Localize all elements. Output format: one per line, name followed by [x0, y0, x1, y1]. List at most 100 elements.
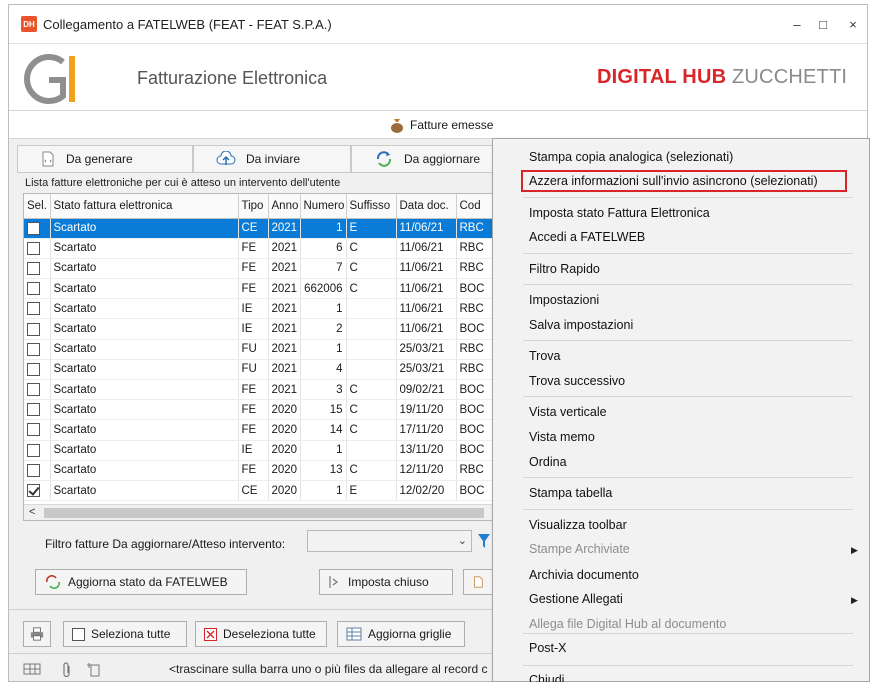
scroll-left-arrow[interactable]: <	[29, 506, 35, 518]
brand-logo: DIGITAL HUB ZUCCHETTI	[597, 66, 848, 88]
row-checkbox[interactable]	[27, 484, 40, 498]
row-checkbox-cell[interactable]	[24, 258, 51, 280]
table-row[interactable]: Scartato IE 2020 1 13/11/20 BOC	[24, 440, 502, 461]
cell-tipo: FU	[238, 339, 269, 360]
row-checkbox[interactable]	[27, 443, 40, 457]
select-all-button[interactable]: Seleziona tutte	[63, 621, 187, 647]
menu-item[interactable]: Impostazioni	[529, 293, 599, 307]
table-row[interactable]: Scartato FE 2020 15 C 19/11/20 BOC	[24, 399, 502, 421]
row-checkbox[interactable]	[27, 302, 40, 316]
row-checkbox-cell[interactable]	[24, 460, 51, 481]
row-checkbox[interactable]	[27, 362, 40, 376]
menu-item[interactable]: Accedi a FATELWEB	[529, 230, 645, 244]
row-checkbox-cell[interactable]	[24, 298, 51, 320]
section-bar: Fatture emesse	[9, 111, 867, 139]
tab-da-inviare[interactable]: Da inviare	[193, 145, 351, 173]
table-row[interactable]: Scartato FU 2021 4 25/03/21 RBC	[24, 359, 502, 381]
row-checkbox[interactable]	[27, 221, 40, 235]
menu-item[interactable]: Filtro Rapido	[529, 262, 600, 276]
row-checkbox-cell[interactable]	[24, 218, 51, 239]
menu-item[interactable]: Vista memo	[529, 430, 595, 444]
row-checkbox-cell[interactable]	[24, 318, 51, 340]
filter-dropdown[interactable]: ⌄	[307, 530, 472, 552]
filter-funnel-icon[interactable]	[477, 533, 491, 549]
table-row[interactable]: Scartato CE 2020 1 E 12/02/20 BOC	[24, 480, 502, 502]
tab-da-generare[interactable]: Da generare	[17, 145, 193, 173]
column-header[interactable]: Anno	[268, 194, 301, 219]
cell-suffisso: C	[346, 258, 397, 280]
row-checkbox[interactable]	[27, 463, 40, 477]
row-checkbox-cell[interactable]	[24, 440, 51, 461]
scrollbar-thumb[interactable]	[44, 508, 484, 518]
document-add-icon[interactable]	[87, 662, 103, 678]
column-header[interactable]: Stato fattura elettronica	[50, 194, 239, 219]
row-checkbox-cell[interactable]	[24, 238, 51, 259]
row-checkbox[interactable]	[27, 241, 40, 255]
column-header[interactable]: Data doc.	[396, 194, 457, 219]
refresh-grids-button[interactable]: Aggiorna griglie	[337, 621, 465, 647]
menu-item[interactable]: Vista verticale	[529, 405, 607, 419]
update-status-button[interactable]: Aggiorna stato da FATELWEB	[35, 569, 247, 595]
grid-view-icon[interactable]	[23, 662, 41, 676]
cell-suffisso	[346, 318, 397, 340]
row-checkbox[interactable]	[27, 403, 40, 417]
table-row[interactable]: Scartato FE 2021 7 C 11/06/21 RBC	[24, 258, 502, 280]
table-row[interactable]: Scartato IE 2021 2 11/06/21 BOC	[24, 318, 502, 340]
row-checkbox-cell[interactable]	[24, 359, 51, 381]
menu-item[interactable]: Post-X	[529, 641, 567, 655]
column-header[interactable]: Sel.	[24, 194, 51, 219]
menu-item[interactable]: Trova	[529, 349, 561, 363]
menu-item[interactable]: Stampa copia analogica (selezionati)	[529, 150, 733, 164]
row-checkbox[interactable]	[27, 423, 40, 437]
menu-item[interactable]: Azzera informazioni sull'invio asincrono…	[529, 174, 818, 188]
table-row[interactable]: Scartato IE 2021 1 11/06/21 RBC	[24, 298, 502, 320]
menu-item[interactable]: Ordina	[529, 455, 567, 469]
table-row[interactable]: Scartato FU 2021 1 25/03/21 RBC	[24, 339, 502, 360]
table-row[interactable]: Scartato FE 2021 6 C 11/06/21 RBC	[24, 238, 502, 259]
row-checkbox[interactable]	[27, 342, 40, 356]
column-header[interactable]: Suffisso	[346, 194, 397, 219]
row-checkbox-cell[interactable]	[24, 480, 51, 502]
menu-item[interactable]: Stampa tabella	[529, 486, 612, 500]
cell-tipo: CE	[238, 218, 269, 239]
set-closed-button[interactable]: Imposta chiuso	[319, 569, 453, 595]
row-checkbox[interactable]	[27, 261, 40, 275]
row-checkbox-cell[interactable]	[24, 339, 51, 360]
row-checkbox[interactable]	[27, 322, 40, 336]
table-row[interactable]: Scartato FE 2021 3 C 09/02/21 BOC	[24, 379, 502, 401]
menu-separator	[523, 665, 853, 666]
deselect-all-button[interactable]: Deseleziona tutte	[195, 621, 327, 647]
column-header[interactable]: Numero	[300, 194, 347, 219]
menu-item[interactable]: Imposta stato Fattura Elettronica	[529, 206, 710, 220]
column-header[interactable]: Tipo	[238, 194, 269, 219]
cell-numero: 15	[300, 399, 347, 421]
row-checkbox-cell[interactable]	[24, 419, 51, 441]
paperclip-icon[interactable]	[61, 662, 73, 678]
menu-item[interactable]: Gestione Allegati	[529, 592, 623, 606]
minimize-button[interactable]: –	[787, 15, 807, 33]
menu-item[interactable]: Salva impostazioni	[529, 318, 633, 332]
horizontal-scrollbar[interactable]: <	[24, 504, 502, 520]
maximize-button[interactable]: □	[813, 15, 833, 33]
menu-separator	[523, 633, 853, 634]
menu-item[interactable]: Visualizza toolbar	[529, 518, 627, 532]
table-row[interactable]: Scartato FE 2021 662006 C 11/06/21 BOC	[24, 278, 502, 300]
table-row[interactable]: Scartato CE 2021 1 E 11/06/21 RBC	[24, 218, 502, 239]
table-row[interactable]: Scartato FE 2020 14 C 17/11/20 BOC	[24, 419, 502, 441]
cell-stato: Scartato	[50, 218, 239, 239]
close-button[interactable]: ×	[843, 15, 863, 33]
menu-item[interactable]: Chiudi	[529, 673, 564, 682]
menu-item[interactable]: Trova successivo	[529, 374, 625, 388]
print-button[interactable]	[23, 621, 51, 647]
checkbox-icon	[72, 627, 85, 641]
table-row[interactable]: Scartato FE 2020 13 C 12/11/20 RBC	[24, 460, 502, 481]
attachment-button[interactable]	[463, 569, 493, 595]
row-checkbox[interactable]	[27, 282, 40, 296]
row-checkbox-cell[interactable]	[24, 379, 51, 401]
menu-item[interactable]: Archivia documento	[529, 568, 639, 582]
title-bar[interactable]: DH Collegamento a FATELWEB (FEAT - FEAT …	[9, 5, 867, 43]
row-checkbox-cell[interactable]	[24, 399, 51, 421]
row-checkbox-cell[interactable]	[24, 278, 51, 300]
invoice-grid[interactable]: Sel. Stato fattura elettronica Tipo Anno Num…	[23, 193, 503, 521]
row-checkbox[interactable]	[27, 383, 40, 397]
